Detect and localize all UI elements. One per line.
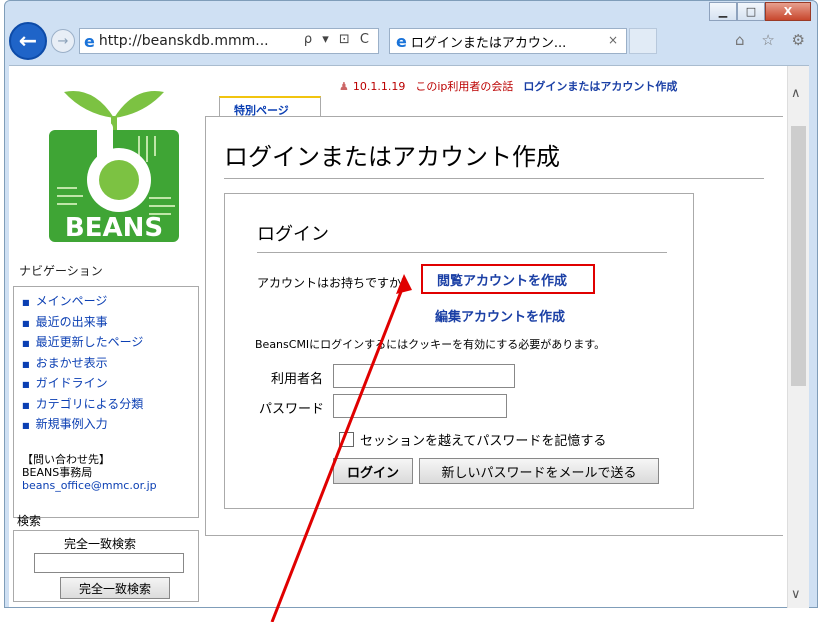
login-box: ログイン アカウントはお持ちですか? 閲覧アカウントを作成 編集アカウントを作成… xyxy=(224,193,694,509)
page-title: ログインまたはアカウント作成 xyxy=(224,137,764,179)
personal-links: ♟ 10.1.1.19 このip利用者の会話 ログインまたはアカウント作成 xyxy=(339,78,687,94)
new-tab-button[interactable] xyxy=(629,28,657,54)
back-arrow-icon[interactable]: ← xyxy=(9,22,47,60)
browser-window: ▁ □ X ← → e http://beanskdb.mmm... ρ ▾ ⊡… xyxy=(4,0,818,608)
password-label: パスワード xyxy=(259,402,325,417)
minimize-button[interactable]: ▁ xyxy=(709,2,737,21)
sidebar-item-label: メインページ xyxy=(35,294,108,308)
sidebar-item-label: おまかせ表示 xyxy=(35,355,108,370)
nav-heading: ナビゲーション xyxy=(19,264,103,278)
create-view-account-link[interactable]: 閲覧アカウントを作成 xyxy=(421,264,595,294)
search-heading: 検索 xyxy=(17,514,42,528)
sidebar-item-new-case[interactable]: ■ 新規事例入力 xyxy=(22,415,198,436)
search-box: 完全一致検索 完全一致検索 xyxy=(13,530,199,602)
bullet-icon: ■ xyxy=(22,339,30,348)
scroll-thumb[interactable] xyxy=(791,126,806,386)
have-account-text: アカウントはお持ちですか? xyxy=(257,276,408,290)
search-button[interactable]: 完全一致検索 xyxy=(60,577,170,599)
forward-arrow-icon[interactable]: → xyxy=(51,29,75,53)
bullet-icon: ■ xyxy=(22,400,30,410)
scroll-up-icon[interactable]: ∧ xyxy=(791,86,801,101)
create-edit-account-link[interactable]: 編集アカウントを作成 xyxy=(435,306,565,325)
address-tools-icon[interactable]: ρ ▾ ⊡ C xyxy=(304,32,372,47)
sidebar-item-label: 最近更新したページ xyxy=(35,335,144,349)
login-button[interactable]: ログイン xyxy=(333,458,413,484)
contact-info: 【問い合わせ先】 BEANS事務局 beans_office@mmc.or.jp xyxy=(22,453,157,492)
ie-icon: e xyxy=(84,31,95,51)
sidebar-item-guideline[interactable]: ■ ガイドライン xyxy=(22,374,198,395)
login-heading: ログイン xyxy=(257,220,667,253)
maximize-button[interactable]: □ xyxy=(737,2,765,21)
bullet-icon: ■ xyxy=(22,298,30,307)
toolbar-icons[interactable]: ⌂ ☆ ⚙ xyxy=(735,31,811,49)
nav-box: ■ メインページ ■ 最近の出来事 ■ 最近更新したページ ■ おまかせ表示 ■ ガイドラ… xyxy=(13,286,199,518)
contact-email-link[interactable]: beans_office@mmc.or.jp xyxy=(22,479,157,492)
address-text: http://beanskdb.mmm... xyxy=(98,33,269,49)
tab-close-icon[interactable]: × xyxy=(608,33,618,47)
remember-option: セッションを越えてパスワードを記憶する xyxy=(339,430,606,449)
password-field[interactable] xyxy=(333,394,507,418)
sidebar-item-label: 最近の出来事 xyxy=(35,314,108,329)
sidebar-item-recent-changes[interactable]: ■ 最近更新したページ xyxy=(22,333,198,354)
sidebar-item-main[interactable]: ■ メインページ xyxy=(22,292,198,313)
main-content: ログインまたはアカウント作成 ログイン アカウントはお持ちですか? 閲覧アカウン… xyxy=(205,116,783,536)
login-create-link[interactable]: ログインまたはアカウント作成 xyxy=(523,80,677,93)
remember-label: セッションを越えてパスワードを記憶する xyxy=(360,434,607,449)
user-icon: ♟ xyxy=(339,80,349,93)
sidebar-item-label: カテゴリによる分類 xyxy=(35,396,144,411)
contact-heading: 【問い合わせ先】 xyxy=(22,453,110,466)
beans-logo[interactable]: BEANS xyxy=(39,78,189,248)
bullet-icon: ■ xyxy=(22,318,30,328)
ie-icon: e xyxy=(396,31,407,51)
username-label: 利用者名 xyxy=(271,372,324,387)
username-field[interactable] xyxy=(333,364,515,388)
bullet-icon: ■ xyxy=(22,359,30,369)
tab-title: ログインまたはアカウン... xyxy=(410,35,567,51)
ip-link[interactable]: 10.1.1.19 xyxy=(353,80,405,93)
contact-office: BEANS事務局 xyxy=(22,466,93,479)
nav-list: ■ メインページ ■ 最近の出来事 ■ 最近更新したページ ■ おまかせ表示 ■ ガイドラ… xyxy=(14,287,198,436)
window-controls: ▁ □ X xyxy=(709,2,811,21)
talk-link[interactable]: このip利用者の会話 xyxy=(415,80,513,93)
page-viewport: ♟ 10.1.1.19 このip利用者の会話 ログインまたはアカウント作成 BEANS… xyxy=(9,65,809,608)
sidebar-item-random[interactable]: ■ おまかせ表示 xyxy=(22,354,198,375)
tab-login[interactable]: e ログインまたはアカウン... × xyxy=(389,28,627,54)
tab-special-page[interactable]: 特別ページ xyxy=(219,96,321,118)
sidebar-item-label: ガイドライン xyxy=(35,376,108,390)
remember-checkbox[interactable] xyxy=(339,432,354,447)
cookie-note: BeansCMIにログインするにはクッキーを有効にする必要があります。 xyxy=(255,338,606,351)
search-input[interactable] xyxy=(34,553,184,573)
sidebar-item-category[interactable]: ■ カテゴリによる分類 xyxy=(22,395,198,416)
close-window-button[interactable]: X xyxy=(765,2,811,21)
browser-navbar: ← → e http://beanskdb.mmm... ρ ▾ ⊡ C e ロ… xyxy=(5,21,817,65)
sidebar-item-label: 新規事例入力 xyxy=(35,417,108,431)
sidebar-item-recent-events[interactable]: ■ 最近の出来事 xyxy=(22,313,198,334)
vertical-scrollbar[interactable]: ∧ ∨ xyxy=(787,66,809,608)
search-label: 完全一致検索 xyxy=(64,537,137,551)
address-bar[interactable]: e http://beanskdb.mmm... ρ ▾ ⊡ C xyxy=(79,28,379,54)
bullet-icon: ■ xyxy=(22,380,30,389)
email-password-button[interactable]: 新しいパスワードをメールで送る xyxy=(419,458,659,484)
bullet-icon: ■ xyxy=(22,421,30,430)
logo-text: BEANS xyxy=(65,213,163,243)
scroll-down-icon[interactable]: ∨ xyxy=(791,587,801,602)
